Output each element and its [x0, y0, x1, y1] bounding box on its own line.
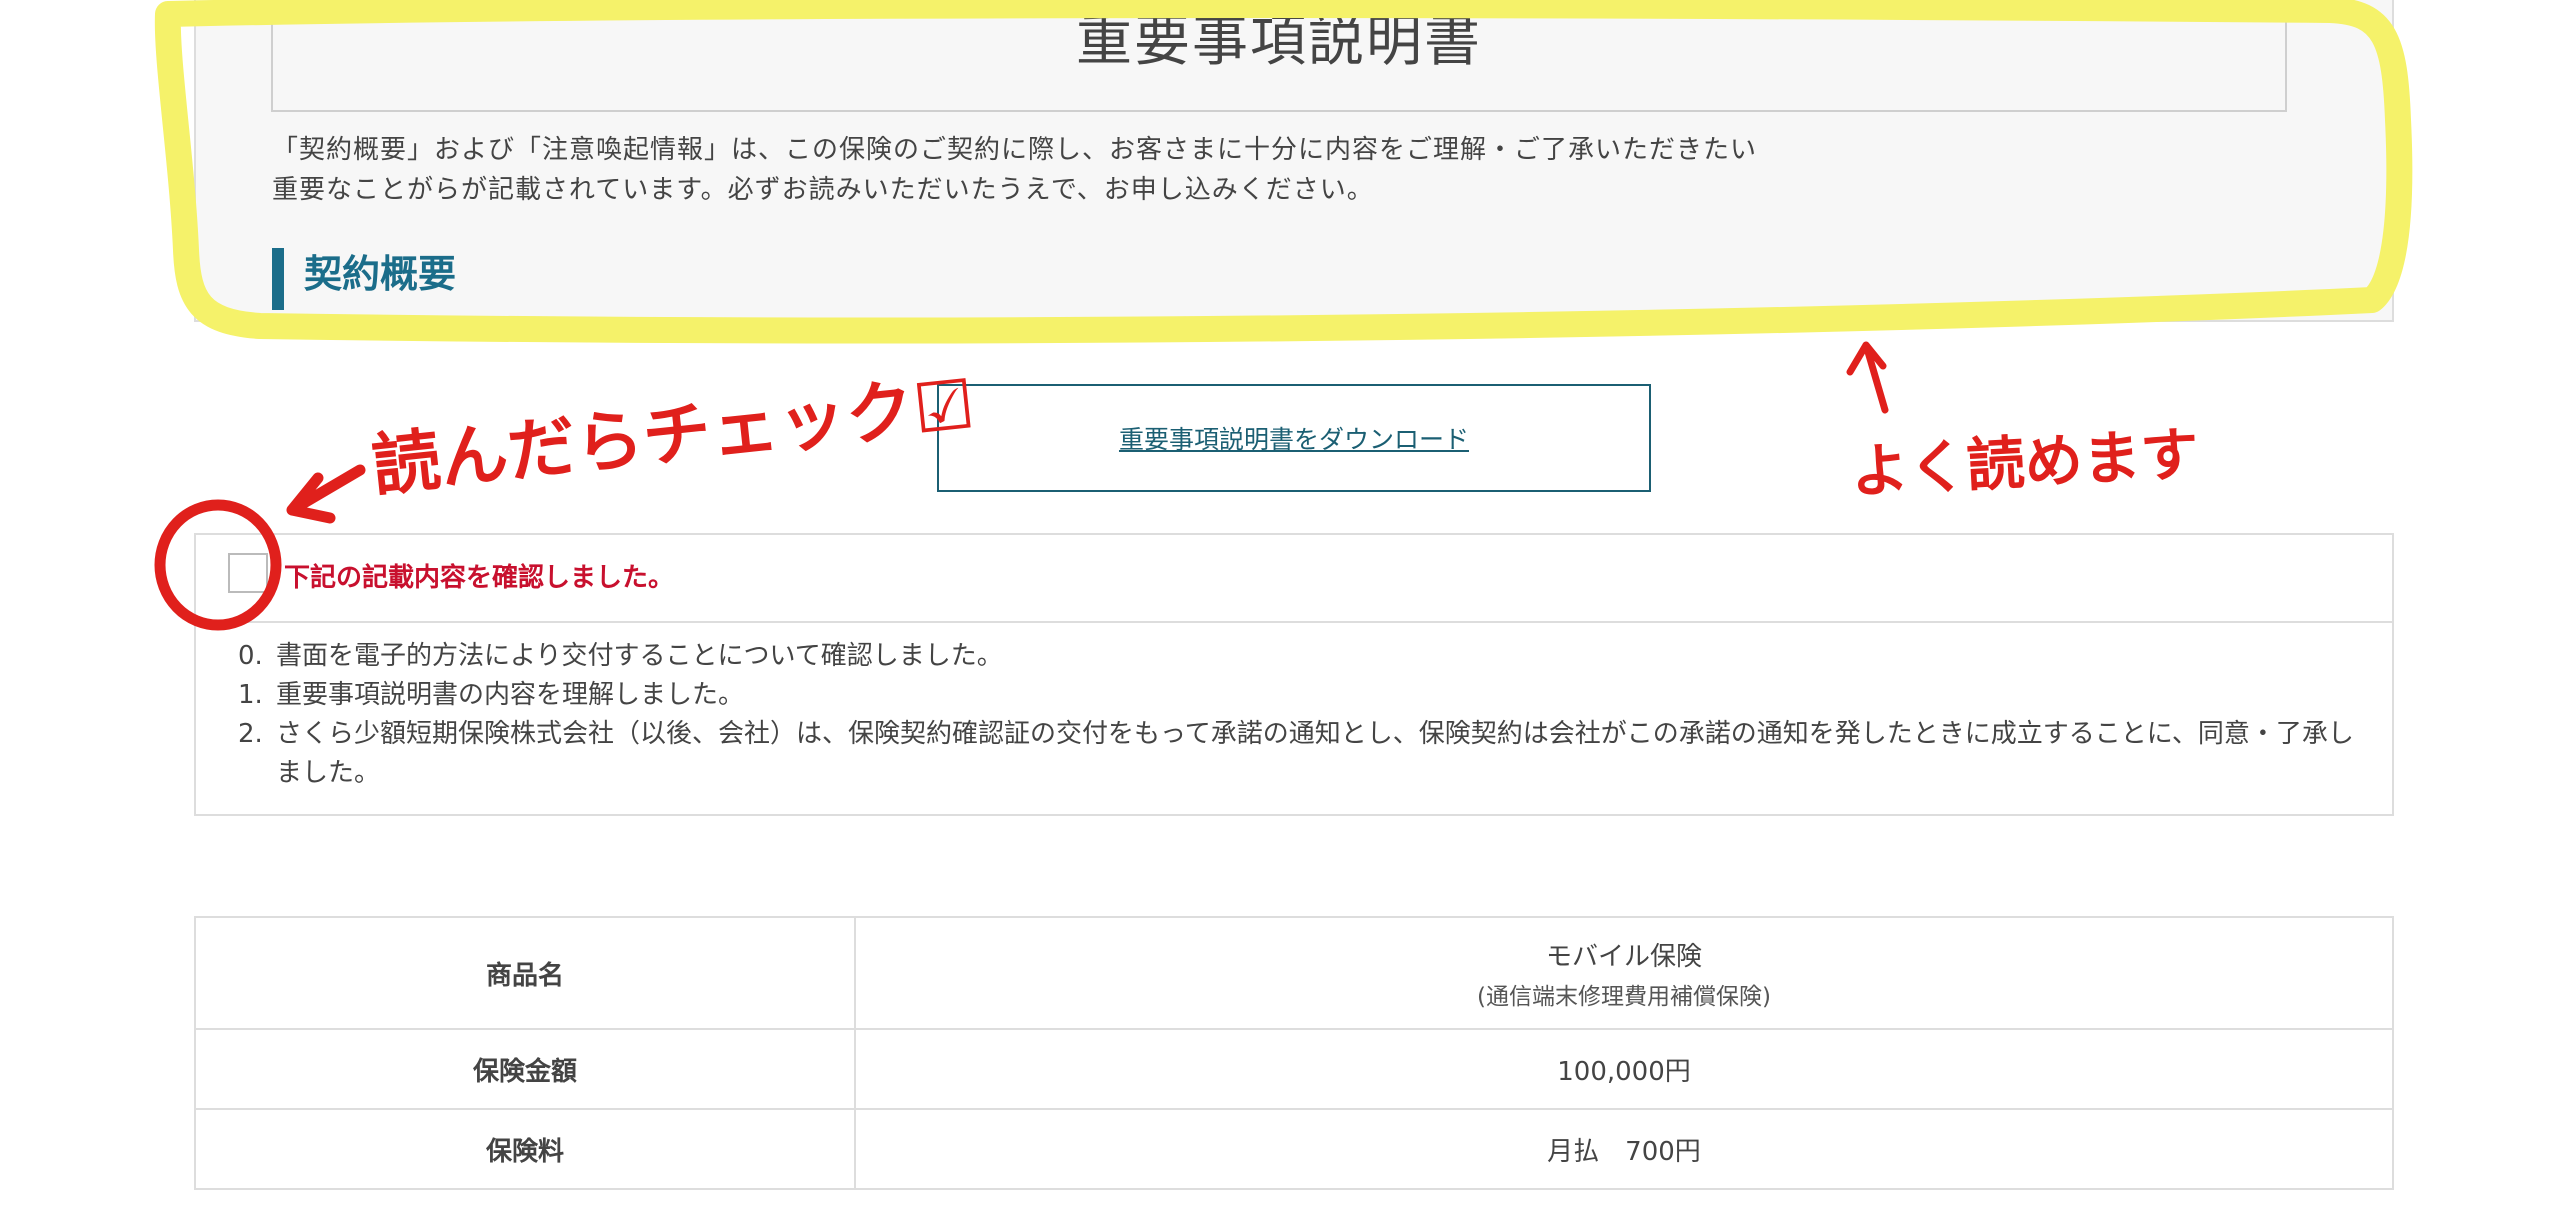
table-header-cell: 保険料 — [194, 1108, 856, 1190]
download-document-button[interactable]: 重要事項説明書をダウンロード — [937, 384, 1651, 492]
list-item-number: 0. — [238, 641, 263, 671]
list-item: 1. 重要事項説明書の内容を理解しました。 — [238, 676, 2392, 715]
document-intro: 「契約概要」および「注意喚起情報」は、この保険のご契約に際し、お客さまに十分に内… — [272, 130, 2172, 210]
table-value-cell: モバイル保険 (通信端末修理費用補償保険) — [854, 916, 2394, 1030]
document-title-box: 重要事項説明書 — [271, 0, 2287, 112]
list-item-text: 書面を電子的方法により交付することについて確認しました。 — [276, 641, 1003, 671]
list-item: 0. 書面を電子的方法により交付することについて確認しました。 — [238, 637, 2392, 676]
confirm-checkbox-label[interactable]: 下記の記載内容を確認しました。 — [284, 557, 674, 594]
product-name: モバイル保険 — [1545, 941, 1702, 972]
confirmation-list: 0. 書面を電子的方法により交付することについて確認しました。 1. 重要事項説… — [196, 623, 2392, 793]
document-title: 重要事項説明書 — [1076, 8, 1482, 74]
confirmation-header: 下記の記載内容を確認しました。 — [196, 535, 2392, 623]
page: 重要事項説明書 「契約概要」および「注意喚起情報」は、この保険のご契約に際し、お… — [0, 0, 2560, 1217]
document-intro-line-1: 「契約概要」および「注意喚起情報」は、この保険のご契約に際し、お客さまに十分に内… — [272, 135, 1758, 165]
cut-off-text: この「契約概要」は、 事項のうち、特にご確認いただきたい事項を記載しています。 — [272, 312, 2272, 320]
table-value-cell: 月払 700円 — [854, 1108, 2394, 1190]
table-header-cell: 商品名 — [194, 916, 856, 1030]
check-note-text: 読んだらチェック☑ — [369, 365, 979, 507]
important-matters-document[interactable]: 重要事項説明書 「契約概要」および「注意喚起情報」は、この保険のご契約に際し、お… — [194, 0, 2394, 322]
read-note-text: よく読めます — [1849, 420, 2200, 506]
red-up-arrow-icon — [1846, 341, 1889, 414]
list-item-number: 2. — [238, 719, 263, 749]
product-name-sub: (通信端末修理費用補償保険) — [1477, 983, 1771, 1010]
document-intro-line-2: 重要なことがらが記載されています。必ずお読みいただいたうえで、お申し込みください… — [272, 175, 1374, 205]
table-value-cell: 100,000円 — [854, 1028, 2394, 1110]
section-heading-contract-overview: 契約概要 — [272, 248, 456, 310]
table-header-cell: 保険金額 — [194, 1028, 856, 1110]
table-row: 保険金額 100,000円 — [194, 1028, 2394, 1110]
product-info-table: 商品名 モバイル保険 (通信端末修理費用補償保険) 保険金額 100,000円 … — [194, 916, 2394, 1190]
list-item-text: 重要事項説明書の内容を理解しました。 — [276, 680, 745, 710]
red-arrow-icon — [286, 464, 366, 524]
confirm-checkbox[interactable] — [228, 553, 268, 593]
list-item-number: 1. — [238, 680, 263, 710]
table-row: 保険料 月払 700円 — [194, 1108, 2394, 1190]
list-item-text: さくら少額短期保険株式会社（以後、会社）は、保険契約確認証の交付をもって承諾の通… — [276, 719, 2354, 788]
table-row: 商品名 モバイル保険 (通信端末修理費用補償保険) — [194, 916, 2394, 1030]
confirmation-box: 下記の記載内容を確認しました。 0. 書面を電子的方法により交付することについて… — [194, 533, 2394, 816]
list-item: 2. さくら少額短期保険株式会社（以後、会社）は、保険契約確認証の交付をもって承… — [238, 715, 2392, 793]
